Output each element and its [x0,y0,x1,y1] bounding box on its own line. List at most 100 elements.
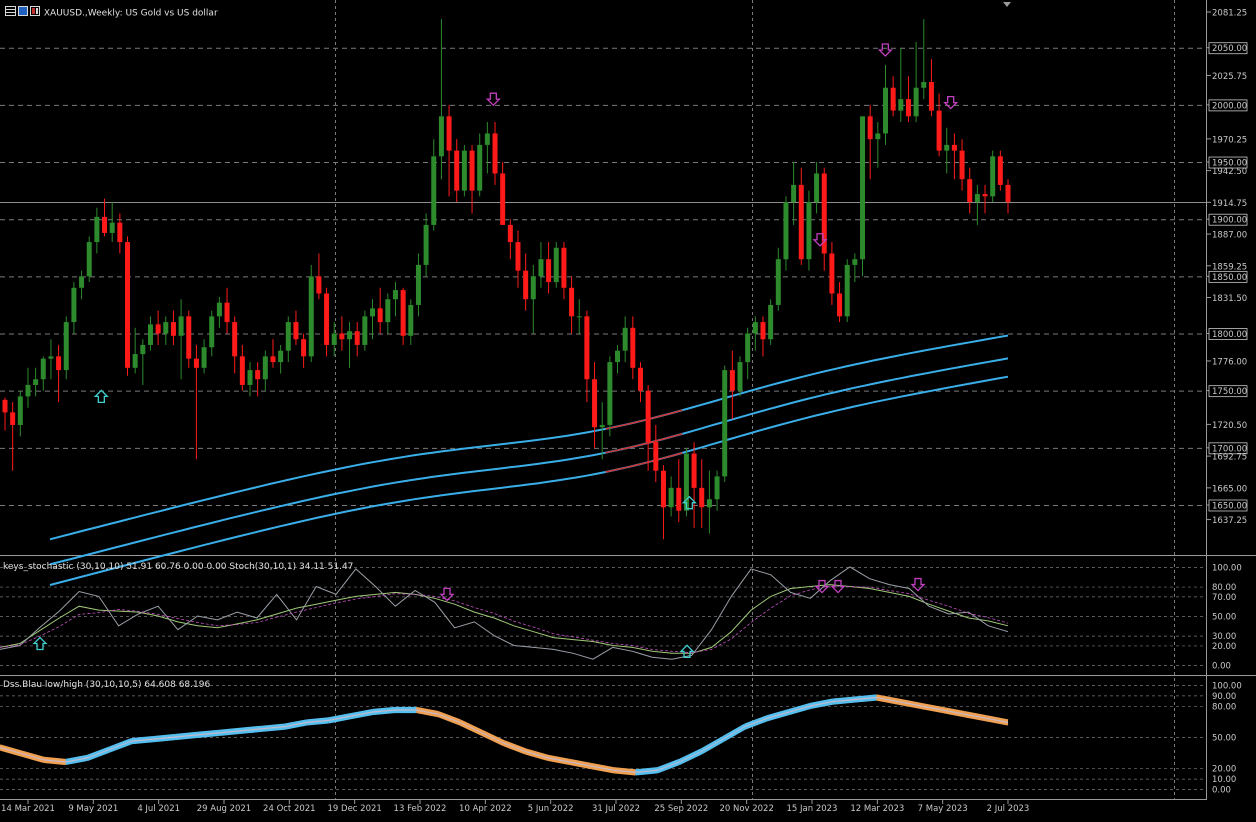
time-label: 29 Aug 2021 [197,804,251,814]
stoch-line [0,584,1009,654]
time-label: 12 Mar 2023 [850,804,904,814]
down-arrow-icon [830,579,846,594]
candle-body [867,116,873,140]
candle-body [423,224,429,265]
candle-body [186,316,192,359]
price-label: 1665.00 [1212,484,1247,494]
candle-body [584,316,590,380]
candle-body [385,299,391,323]
price-label: 1900.00 [1212,216,1247,226]
chart-window-icons[interactable] [5,6,41,20]
price-label: 1942.50 [1212,167,1247,177]
down-arrow-icon [910,577,926,592]
candle-body [997,156,1003,185]
candle-body [48,356,54,359]
candle-body [201,347,207,368]
candle-body [209,316,215,348]
candle-body [576,316,582,318]
candle-body [806,202,812,260]
dss-band [0,695,1008,775]
price-label: 1692.75 [1212,453,1247,463]
time-label: 2 Jul 2023 [987,804,1030,814]
candle-body [783,202,789,260]
candle-body [94,216,100,243]
candle-body [178,316,184,336]
dss-axis-label: 80.00 [1212,702,1236,712]
candle-body [308,276,314,357]
candle-body [882,87,888,134]
candles [2,19,1011,540]
candle-body [875,133,881,140]
time-label: 31 Jul 2022 [592,804,640,814]
candle-body [653,442,659,471]
candle-body [837,293,843,317]
candle-body [102,216,108,233]
price-label: 1637.25 [1212,516,1247,526]
chart-window[interactable]: 100.00 80.00 70.00 50.00 30.00 20.00 0.00 100.… [0,0,1256,818]
price-label: 1914.75 [1212,199,1247,209]
candle-body [438,116,444,157]
chart-canvas[interactable]: 100.0080.0070.0050.0030.0020.000.00 100.… [0,0,1256,818]
candle-body [500,173,506,225]
candle-body [109,222,115,233]
time-label: 15 Jan 2023 [787,804,838,814]
dss-axis-label: 100.00 [1212,682,1242,692]
stoch-axis-label: 50.00 [1212,613,1236,623]
candle-body [737,362,743,391]
candle-body [676,487,682,511]
candle-body [239,356,245,385]
price-label: 1850.00 [1212,273,1247,283]
candle-body [515,242,521,271]
time-label: 24 Oct 2021 [263,804,316,814]
stoch-axis-label: 100.00 [1212,563,1242,573]
candle-body [691,453,697,488]
price-label: 1831.50 [1212,294,1247,304]
candle-body [530,276,536,300]
candle-body [913,87,919,117]
moving-average-red-segment [605,452,683,473]
time-label: 13 Feb 2022 [394,804,447,814]
candle-body [905,99,911,117]
candle-body [262,356,268,380]
candle-body [944,144,950,151]
time-label: 20 Nov 2022 [719,804,773,814]
dss-axis-label: 90.00 [1212,692,1236,702]
price-label: 1970.25 [1212,135,1247,145]
candle-body [17,396,23,425]
candle-body [79,276,85,288]
candle-body [860,116,866,260]
time-label: 10 Apr 2022 [459,804,512,814]
dss-axis-label: 20.00 [1212,765,1236,775]
candle-body [722,370,728,477]
candle-body [936,110,942,151]
moving-averages [49,334,1009,586]
time-label: 14 Mar 2021 [1,804,55,814]
moving-average-line [49,375,1009,586]
candle-body [928,82,934,111]
candle-body [829,253,835,294]
candle-body [278,350,284,363]
candle-body [607,362,613,425]
candle-body [270,356,276,363]
moving-average-red-segment [605,433,683,454]
price-label: 2050.00 [1212,44,1247,54]
price-label: 2000.00 [1212,101,1247,111]
candle-body [706,499,712,508]
candle-body [760,322,766,340]
symbol-title: XAUUSD.,Weekly: US Gold vs US dollar [43,8,218,19]
candle-body [469,150,475,191]
candle-body [415,264,421,305]
dss-panel: 100.0090.0080.00 50.00 20.0010.000.00 [0,682,1242,796]
moving-average-line [49,357,1009,566]
stoch-axis-label: 0.00 [1212,662,1231,672]
candle-body [400,290,406,336]
down-arrow-icon [814,579,830,594]
price-label: 2081.25 [1212,9,1247,19]
candle-body [990,156,996,197]
candle-body [454,150,460,191]
up-arrow-icon [32,636,48,651]
candle-body [370,308,376,317]
candle-body [645,390,651,443]
stochastic-title: keys_stochastic (30,10,10) 51.91 60.76 0… [3,562,354,572]
candle-body [63,322,69,371]
